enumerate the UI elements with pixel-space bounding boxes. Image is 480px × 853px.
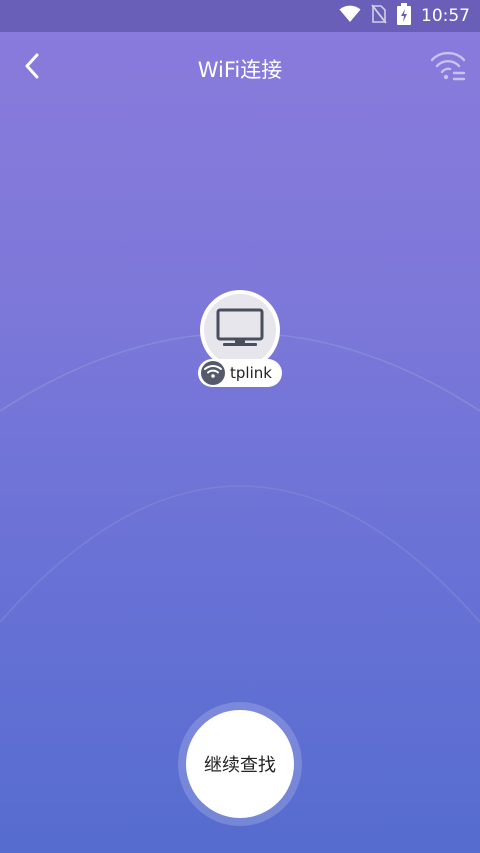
battery-charging-icon	[397, 3, 411, 29]
continue-search-button[interactable]: 继续查找	[186, 710, 294, 818]
status-time: 10:57	[421, 6, 470, 26]
device-node[interactable]	[200, 290, 280, 370]
wifi-list-icon	[428, 51, 468, 88]
page-title: WiFi连接	[197, 58, 283, 82]
wifi-signal-icon	[339, 5, 361, 27]
wifi-icon	[204, 363, 222, 383]
device-name: tplink	[230, 364, 272, 382]
radar-arc-inner	[0, 485, 480, 623]
wifi-badge	[201, 361, 225, 385]
no-sim-icon	[371, 4, 387, 28]
device-avatar	[204, 294, 276, 366]
monitor-icon	[215, 307, 265, 353]
status-bar: 10:57	[0, 0, 480, 32]
status-icons: 10:57	[339, 0, 470, 32]
wifi-list-button[interactable]	[428, 48, 468, 84]
device-label[interactable]: tplink	[198, 359, 282, 387]
header: WiFi连接	[0, 32, 480, 104]
